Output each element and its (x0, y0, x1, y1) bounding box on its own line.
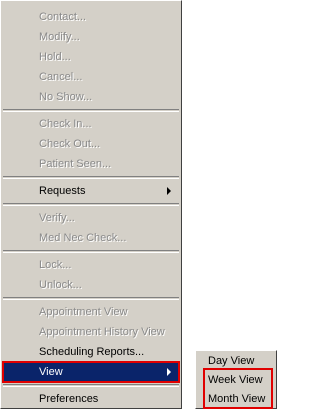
menu-separator (3, 250, 179, 253)
menu-separator (3, 109, 179, 112)
context-menu: Contact... Modify... Hold... Cancel... No Sh… (0, 0, 182, 409)
menu-item-label: Unlock... (39, 279, 82, 291)
menu-item-lock: Lock... (3, 255, 179, 275)
menu-item-label: Check Out... (39, 138, 101, 150)
menu-item-unlock: Unlock... (3, 275, 179, 295)
menu-item-requests[interactable]: Requests (3, 181, 179, 201)
menu-item-label: Contact... (39, 11, 87, 23)
menu-item-label: Requests (39, 185, 86, 197)
menu-item-label: Check In... (39, 118, 92, 130)
menu-item-med-nec-check: Med Nec Check... (3, 228, 179, 248)
menu-item-label: No Show... (39, 91, 93, 103)
menu-item-label: Scheduling Reports... (39, 346, 145, 358)
menu-item-appointment-history-view: Appointment History View (3, 322, 179, 342)
menu-item-label: Patient Seen... (39, 158, 112, 170)
menu-item-appointment-view: Appointment View (3, 302, 179, 322)
submenu-arrow-icon (167, 368, 171, 376)
menu-item-preferences[interactable]: Preferences (3, 389, 179, 409)
menu-item-modify: Modify... (3, 27, 179, 47)
menu-item-check-out: Check Out... (3, 134, 179, 154)
submenu-item-week-view[interactable]: Week View (196, 371, 276, 390)
menu-item-no-show: No Show... (3, 87, 179, 107)
menu-separator (3, 176, 179, 179)
menu-separator (3, 203, 179, 206)
menu-item-label: Modify... (39, 31, 80, 43)
menu-item-label: Med Nec Check... (39, 232, 127, 244)
submenu-item-day-view[interactable]: Day View (196, 352, 276, 371)
menu-item-label: Hold... (39, 51, 71, 63)
submenu-arrow-icon (167, 187, 171, 195)
submenu-item-month-view[interactable]: Month View (196, 390, 276, 409)
menu-item-check-in: Check In... (3, 114, 179, 134)
menu-item-label: Preferences (39, 393, 99, 405)
menu-item-hold: Hold... (3, 47, 179, 67)
menu-item-label: Appointment History View (39, 326, 165, 338)
menu-item-verify: Verify... (3, 208, 179, 228)
menu-item-scheduling-reports[interactable]: Scheduling Reports... (3, 342, 179, 362)
menu-item-label: Verify... (39, 212, 75, 224)
menu-item-label: Cancel... (39, 71, 83, 83)
context-menu-items: Contact... Modify... Hold... Cancel... No Sh… (2, 7, 180, 409)
menu-item-cancel: Cancel... (3, 67, 179, 87)
view-submenu: Day View Week View Month View (195, 350, 277, 409)
menu-separator (3, 384, 179, 387)
menu-item-label: View (39, 366, 63, 378)
menu-item-view[interactable]: View (2, 361, 180, 383)
menu-item-label: Appointment View (39, 306, 128, 318)
menu-item-contact: Contact... (3, 7, 179, 27)
menu-item-label: Lock... (39, 259, 72, 271)
menu-separator (3, 297, 179, 300)
menu-item-patient-seen: Patient Seen... (3, 154, 179, 174)
